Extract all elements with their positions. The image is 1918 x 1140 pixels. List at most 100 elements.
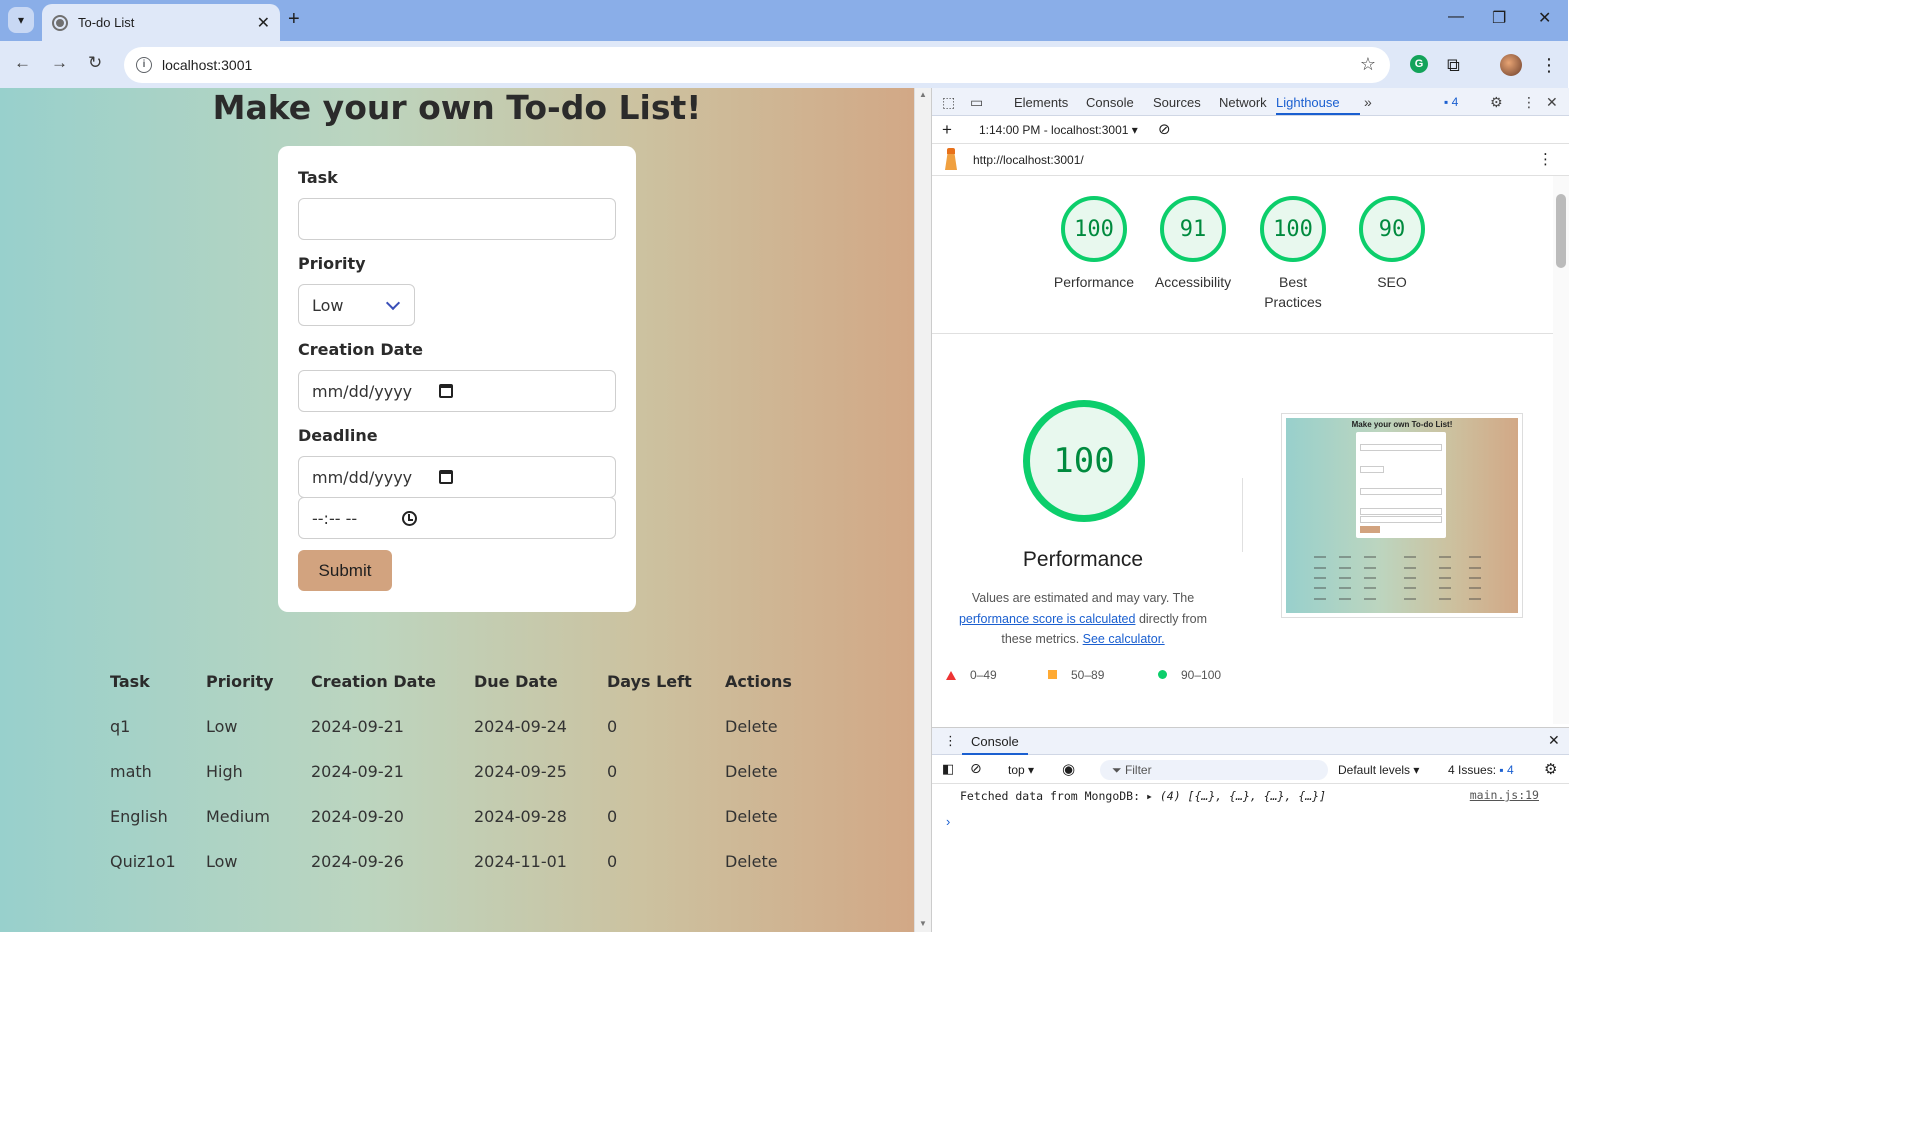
settings-gear-icon[interactable]: ⚙ (1490, 94, 1503, 111)
close-tab-icon[interactable]: ✕ (257, 13, 270, 33)
address-bar[interactable]: i localhost:3001 ☆ (124, 47, 1390, 83)
legend-fail: 0–49 (946, 668, 997, 682)
delete-button[interactable]: Delete (725, 807, 778, 826)
close-devtools-icon[interactable]: ✕ (1546, 94, 1558, 111)
performance-big-score: 100 (1023, 400, 1145, 522)
clear-console-icon[interactable]: ⊘ (970, 760, 982, 777)
restore-icon[interactable]: ❐ (1492, 8, 1506, 28)
page-scrollbar[interactable]: ▲ ▼ (914, 88, 931, 932)
inspect-element-icon[interactable]: ⬚ (942, 94, 955, 111)
window-close-icon[interactable]: ✕ (1538, 8, 1551, 28)
scroll-down-icon[interactable]: ▼ (919, 919, 927, 928)
deadline-label: Deadline (298, 426, 378, 445)
calendar-icon[interactable] (439, 384, 453, 398)
device-toolbar-icon[interactable]: ▭ (970, 94, 983, 111)
circle-icon (1158, 670, 1167, 679)
new-tab-button[interactable]: + (288, 8, 300, 31)
cell-days-left: 0 (607, 762, 618, 781)
submit-button[interactable]: Submit (298, 550, 392, 591)
header-creation-date: Creation Date (311, 672, 436, 691)
console-settings-icon[interactable]: ⚙ (1544, 760, 1557, 778)
more-options-icon[interactable]: ⋮ (1522, 94, 1536, 111)
deadline-time-input[interactable]: --:-- -- (298, 497, 616, 539)
legend-average: 50–89 (1048, 668, 1104, 682)
more-tabs-icon[interactable]: » (1364, 94, 1372, 110)
add-report-icon[interactable]: + (942, 120, 952, 140)
chevron-down-icon (385, 295, 401, 311)
browser-toolbar: ← → ↻ i localhost:3001 ☆ G ⧉ ⋮ (0, 41, 1568, 88)
clock-icon[interactable] (402, 511, 417, 526)
see-calculator-link[interactable]: See calculator. (1083, 632, 1165, 646)
context-selector[interactable]: top ▾ (1008, 763, 1034, 777)
site-info-icon[interactable]: i (136, 57, 152, 73)
tab-search-button[interactable]: ▾ (8, 7, 34, 33)
sidebar-toggle-icon[interactable]: ◧ (942, 761, 954, 777)
report-selector[interactable]: 1:14:00 PM - localhost:3001 ▾ (979, 123, 1138, 137)
report-url[interactable]: http://localhost:3001/ (973, 153, 1084, 167)
browser-tab[interactable]: To-do List ✕ (42, 4, 280, 41)
lighthouse-icon (944, 148, 958, 170)
vertical-divider (1242, 478, 1243, 552)
score-calculated-link[interactable]: performance score is calculated (959, 612, 1135, 626)
performance-gauge[interactable]: 100 Performance (1044, 196, 1144, 292)
console-object-expander[interactable]: ▸ (4) [{…}, {…}, {…}, {…}] (1146, 789, 1326, 803)
tab-elements[interactable]: Elements (1014, 95, 1068, 110)
filter-placeholder: Filter (1124, 763, 1152, 777)
issues-link[interactable]: 4 Issues: ▪ 4 (1448, 763, 1514, 777)
url-text: localhost:3001 (162, 57, 253, 73)
console-filter-input[interactable]: ⏷ Filter (1100, 760, 1328, 780)
creation-date-label: Creation Date (298, 340, 423, 359)
delete-button[interactable]: Delete (725, 852, 778, 871)
grammarly-extension-icon[interactable]: G (1410, 55, 1428, 73)
back-icon[interactable]: ← (14, 53, 31, 73)
header-actions: Actions (725, 672, 792, 691)
tab-network[interactable]: Network (1219, 95, 1267, 110)
close-drawer-icon[interactable]: ✕ (1548, 732, 1560, 749)
best-practices-gauge[interactable]: 100 Best Practices (1243, 196, 1343, 312)
task-input[interactable] (298, 198, 616, 240)
bookmark-star-icon[interactable]: ☆ (1360, 54, 1376, 75)
legend-pass: 90–100 (1158, 668, 1221, 682)
tab-lighthouse[interactable]: Lighthouse (1276, 95, 1340, 110)
cell-priority: Low (206, 852, 238, 871)
seo-label: SEO (1377, 274, 1407, 290)
legend-fail-label: 0–49 (970, 668, 997, 682)
tab-sources[interactable]: Sources (1153, 95, 1201, 110)
console-source-link[interactable]: main.js:19 (1470, 788, 1539, 802)
scrollbar-thumb[interactable] (1556, 194, 1566, 268)
extensions-puzzle-icon[interactable]: ⧉ (1447, 55, 1460, 76)
browser-menu-icon[interactable]: ⋮ (1540, 55, 1558, 76)
priority-select[interactable]: Low (298, 284, 415, 326)
tab-console[interactable]: Console (1086, 95, 1134, 110)
eye-icon[interactable]: ◉ (1062, 760, 1075, 778)
delete-button[interactable]: Delete (725, 717, 778, 736)
delete-button[interactable]: Delete (725, 762, 778, 781)
drawer-tab-console[interactable]: Console (962, 728, 1028, 755)
console-prompt-icon[interactable]: › (946, 814, 950, 829)
console-object-summary: (4) [{…}, {…}, {…}, {…}] (1159, 789, 1327, 803)
priority-value: Low (312, 295, 344, 315)
page-title: Make your own To-do List! (212, 88, 702, 127)
deadline-time-placeholder: --:-- -- (312, 508, 358, 528)
log-levels-dropdown[interactable]: Default levels ▾ (1338, 763, 1419, 777)
profile-avatar-icon[interactable] (1500, 54, 1522, 76)
reload-icon[interactable]: ↻ (88, 53, 102, 73)
minimize-icon[interactable]: — (1448, 8, 1464, 26)
seo-gauge[interactable]: 90 SEO (1342, 196, 1442, 292)
page-screenshot-thumbnail[interactable]: Make your own To-do List! (1281, 413, 1523, 618)
header-priority: Priority (206, 672, 274, 691)
accessibility-gauge[interactable]: 91 Accessibility (1143, 196, 1243, 292)
legend-pass-label: 90–100 (1181, 668, 1222, 682)
calendar-icon[interactable] (439, 470, 453, 484)
lighthouse-scrollbar[interactable] (1553, 176, 1569, 724)
deadline-date-input[interactable]: mm/dd/yyyy (298, 456, 616, 498)
drawer-menu-icon[interactable]: ⋮ (944, 733, 957, 749)
scroll-up-icon[interactable]: ▲ (919, 90, 927, 99)
cell-days-left: 0 (607, 852, 618, 871)
creation-date-input[interactable]: mm/dd/yyyy (298, 370, 616, 412)
clear-reports-icon[interactable]: ⊘ (1158, 120, 1171, 138)
issues-badge[interactable]: ▪ 4 (1444, 95, 1458, 109)
report-menu-icon[interactable]: ⋮ (1538, 150, 1553, 168)
accessibility-score: 91 (1160, 196, 1226, 262)
forward-icon[interactable]: → (51, 53, 68, 73)
